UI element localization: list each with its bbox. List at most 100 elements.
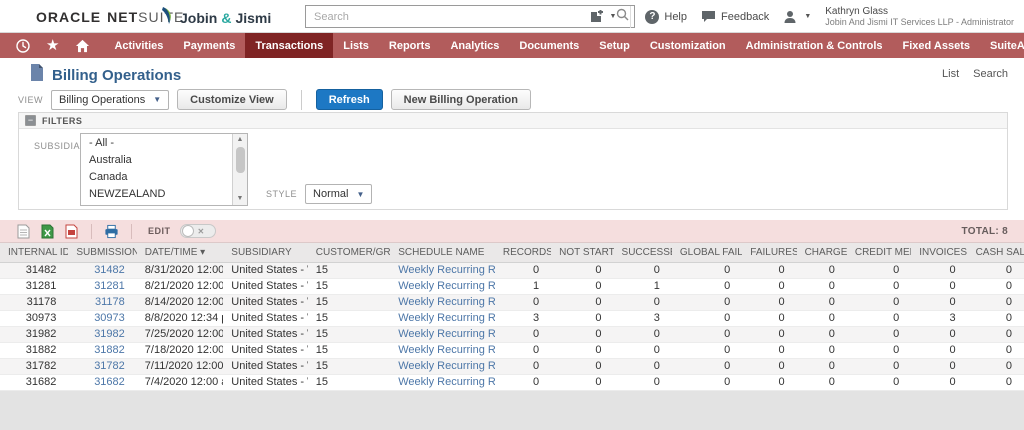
cell-schedule-name: Weekly Recurring Revenue bbox=[390, 374, 495, 390]
column-header-invoices[interactable]: INVOICES bbox=[911, 243, 967, 262]
search-input[interactable] bbox=[306, 6, 610, 27]
schedule-name-link[interactable]: Weekly Recurring Revenue bbox=[398, 280, 495, 292]
scroll-down-icon[interactable]: ▼ bbox=[237, 193, 244, 205]
column-header-internal-id[interactable]: INTERNAL ID bbox=[0, 243, 68, 262]
nav-item-documents[interactable]: Documents bbox=[509, 33, 589, 58]
table-row: 31482314828/31/2020 12:00 amUnited State… bbox=[0, 262, 1024, 278]
nav-item-customization[interactable]: Customization bbox=[640, 33, 736, 58]
column-header-subsidiary[interactable]: SUBSIDIARY bbox=[223, 243, 307, 262]
user-menu[interactable]: ▼ bbox=[783, 10, 811, 24]
nav-item-suiteapps[interactable]: SuiteApps bbox=[980, 33, 1024, 58]
list-toolbar: EDIT ✕ TOTAL: 8 bbox=[0, 220, 1024, 243]
nav-item-fixed-assets[interactable]: Fixed Assets bbox=[893, 33, 980, 58]
recent-records-icon[interactable] bbox=[16, 39, 30, 53]
nav-item-analytics[interactable]: Analytics bbox=[440, 33, 509, 58]
column-header-failures[interactable]: FAILURES bbox=[742, 243, 796, 262]
cell-submission-id: 31982 bbox=[68, 326, 136, 342]
subsidiary-option-australia[interactable]: Australia bbox=[81, 151, 232, 168]
cell-records: 0 bbox=[495, 294, 551, 310]
jobin-jismi-logo: Jobin&Jismi bbox=[160, 6, 271, 29]
shortcuts-star-icon[interactable]: ★ bbox=[46, 38, 59, 53]
nav-item-activities[interactable]: Activities bbox=[104, 33, 173, 58]
refresh-button[interactable]: Refresh bbox=[316, 89, 383, 110]
column-header-schedule-name[interactable]: SCHEDULE NAME bbox=[390, 243, 495, 262]
table-row: 31782317827/11/2020 12:00 amUnited State… bbox=[0, 358, 1024, 374]
print-icon[interactable] bbox=[104, 224, 119, 239]
submission-id-link[interactable]: 31281 bbox=[94, 280, 125, 292]
submission-id-link[interactable]: 31482 bbox=[94, 264, 125, 276]
partner-swoosh-icon bbox=[160, 6, 176, 29]
submission-id-link[interactable]: 31882 bbox=[94, 344, 125, 356]
nav-item-transactions[interactable]: Transactions bbox=[245, 33, 333, 58]
subsidiary-option-canada[interactable]: Canada bbox=[81, 168, 232, 185]
subsidiary-option-newzealand[interactable]: NEWZEALAND bbox=[81, 185, 232, 202]
cell-invoices: 0 bbox=[911, 262, 967, 278]
csv-export-icon[interactable] bbox=[16, 224, 31, 239]
nav-item-lists[interactable]: Lists bbox=[333, 33, 379, 58]
chevron-down-icon: ▼ bbox=[609, 13, 616, 20]
column-header-successes[interactable]: SUCCESSES bbox=[614, 243, 672, 262]
column-header-not-started[interactable]: NOT STARTED bbox=[551, 243, 613, 262]
schedule-name-link[interactable]: Weekly Recurring Revenue bbox=[398, 344, 495, 356]
cell-not-started: 0 bbox=[551, 358, 613, 374]
column-header-records[interactable]: RECORDS bbox=[495, 243, 551, 262]
submission-id-link[interactable]: 30973 bbox=[94, 312, 125, 324]
search-link[interactable]: Search bbox=[973, 68, 1008, 80]
subsidiary-option-all[interactable]: - All - bbox=[81, 134, 232, 151]
cell-date-time: 8/14/2020 12:00 am bbox=[137, 294, 224, 310]
column-header-submission-id[interactable]: SUBMISSION ID bbox=[68, 243, 136, 262]
cell-cash-sales: 0 bbox=[968, 262, 1024, 278]
cell-subsidiary: United States - West bbox=[223, 310, 307, 326]
nav-item-reports[interactable]: Reports bbox=[379, 33, 441, 58]
column-header-credit-memos[interactable]: CREDIT MEMOS bbox=[847, 243, 911, 262]
excel-export-icon[interactable] bbox=[40, 224, 55, 239]
schedule-name-link[interactable]: Weekly Recurring Revenue bbox=[398, 264, 495, 276]
submission-id-link[interactable]: 31178 bbox=[95, 296, 125, 308]
pdf-export-icon[interactable] bbox=[64, 224, 79, 239]
cell-schedule-name: Weekly Recurring Revenue bbox=[390, 358, 495, 374]
column-header-date-time[interactable]: DATE/TIME ▾ bbox=[137, 243, 224, 262]
submission-id-link[interactable]: 31782 bbox=[94, 360, 125, 372]
create-new-menu[interactable]: ▼ bbox=[589, 10, 616, 24]
cell-cash-sales: 0 bbox=[968, 310, 1024, 326]
column-header-customer-group[interactable]: CUSTOMER/GROUP bbox=[308, 243, 390, 262]
cell-credit-memos: 0 bbox=[847, 326, 911, 342]
home-icon[interactable] bbox=[75, 39, 90, 53]
nav-item-payments[interactable]: Payments bbox=[173, 33, 245, 58]
submission-id-link[interactable]: 31682 bbox=[94, 376, 125, 388]
schedule-name-link[interactable]: Weekly Recurring Revenue bbox=[398, 360, 495, 372]
style-select[interactable]: Normal ▼ bbox=[305, 184, 372, 204]
cell-failures: 0 bbox=[742, 326, 796, 342]
customize-view-button[interactable]: Customize View bbox=[177, 89, 287, 110]
listbox-scrollbar[interactable]: ▲ ▼ bbox=[232, 134, 247, 205]
cell-submission-id: 31482 bbox=[68, 262, 136, 278]
collapse-filters-icon[interactable]: − bbox=[25, 115, 36, 126]
list-link[interactable]: List bbox=[942, 68, 959, 80]
cell-global-failures: 0 bbox=[672, 294, 742, 310]
cell-invoices: 0 bbox=[911, 374, 967, 390]
submission-id-link[interactable]: 31982 bbox=[94, 328, 125, 340]
new-billing-operation-button[interactable]: New Billing Operation bbox=[391, 89, 531, 110]
nav-item-setup[interactable]: Setup bbox=[589, 33, 640, 58]
table-row: 30973309738/8/2020 12:34 pmUnited States… bbox=[0, 310, 1024, 326]
view-select[interactable]: Billing Operations ▼ bbox=[51, 90, 169, 110]
column-header-charges[interactable]: CHARGES bbox=[797, 243, 847, 262]
scroll-up-icon[interactable]: ▲ bbox=[237, 134, 244, 146]
schedule-name-link[interactable]: Weekly Recurring Revenue bbox=[398, 312, 495, 324]
scrollbar-thumb[interactable] bbox=[236, 147, 245, 173]
cell-credit-memos: 0 bbox=[847, 342, 911, 358]
cell-global-failures: 0 bbox=[672, 278, 742, 294]
help-menu[interactable]: ? Help bbox=[645, 10, 687, 24]
schedule-name-link[interactable]: Weekly Recurring Revenue bbox=[398, 328, 495, 340]
cell-cash-sales: 0 bbox=[968, 374, 1024, 390]
cell-not-started: 0 bbox=[551, 294, 613, 310]
schedule-name-link[interactable]: Weekly Recurring Revenue bbox=[398, 296, 495, 308]
edit-toggle[interactable]: ✕ bbox=[180, 224, 216, 238]
nav-item-administration-controls[interactable]: Administration & Controls bbox=[736, 33, 893, 58]
feedback-menu[interactable]: Feedback bbox=[701, 10, 769, 23]
cell-customer-group: 15 bbox=[308, 342, 390, 358]
column-header-cash-sales[interactable]: CASH SALES bbox=[968, 243, 1024, 262]
view-controls: VIEW Billing Operations ▼ Customize View… bbox=[18, 89, 531, 110]
schedule-name-link[interactable]: Weekly Recurring Revenue bbox=[398, 376, 495, 388]
column-header-global-failures[interactable]: GLOBAL FAILURES bbox=[672, 243, 742, 262]
